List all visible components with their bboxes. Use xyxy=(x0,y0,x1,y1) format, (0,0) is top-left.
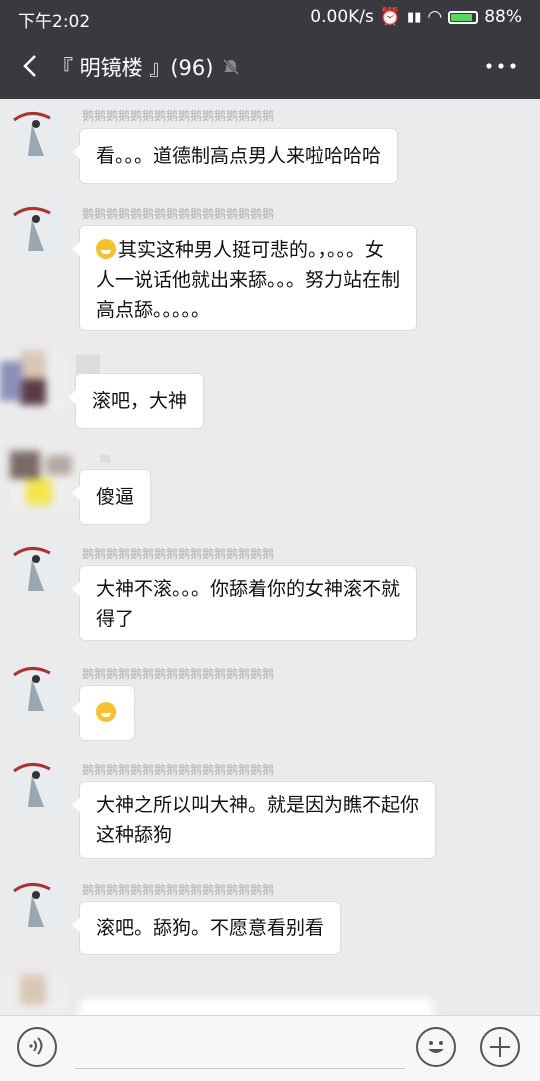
avatar[interactable] xyxy=(10,106,66,162)
chat-title-group: 『 明镜楼 』(96) xyxy=(52,52,241,82)
avatar[interactable] xyxy=(0,975,66,1015)
chat-header: 『 明镜楼 』(96) xyxy=(0,34,540,99)
message-text: 其实这种男人挺可悲的。，。。。女 xyxy=(118,239,385,261)
input-bar xyxy=(0,1015,540,1081)
message-bubble[interactable]: 大神不滚。。。你舔着你的女神滚不就 得了 xyxy=(71,565,418,641)
message-text: 傻逼 xyxy=(96,486,135,508)
wifi-icon: ◠ xyxy=(427,7,443,27)
sender-nickname: 鹅鹅鹅鹅鹅鹅鹅鹅鹅鹅鹅鹅鹅鹅鹅鹅 xyxy=(82,109,275,123)
avatar[interactable] xyxy=(10,201,66,257)
message-text: 大神不滚。。。你舔着你的女神滚不就 xyxy=(96,578,401,600)
message-bubble[interactable]: 滚吧，大神 xyxy=(67,373,205,429)
sender-nickname: 鹅鹅鹅鹅鹅鹅鹅鹅鹅鹅鹅鹅鹅鹅鹅鹅 xyxy=(82,883,275,897)
message-bubble[interactable]: 滚吧。舔狗。不愿意看别看 xyxy=(71,901,342,955)
message-text: 滚吧。舔狗。不愿意看别看 xyxy=(96,917,325,939)
blurred-nickname xyxy=(100,455,110,463)
message-bubble[interactable]: 傻逼 xyxy=(71,469,152,525)
avatar[interactable] xyxy=(10,451,76,507)
message-text: 高点舔。。。。。 xyxy=(96,299,211,321)
status-time: 下午2:02 xyxy=(18,12,91,32)
message-text: 得了 xyxy=(96,608,135,630)
avatar[interactable] xyxy=(10,757,66,813)
message-text: 滚吧，大神 xyxy=(92,390,188,412)
more-icon[interactable] xyxy=(484,54,518,78)
smiley-icon xyxy=(428,1041,444,1053)
blurred-nickname xyxy=(76,355,100,375)
plus-icon xyxy=(490,1037,510,1057)
emoji-button[interactable] xyxy=(416,1027,456,1067)
message-bubble[interactable]: 看。。。道德制高点男人来啦哈哈哈 xyxy=(71,128,399,184)
message-text: 这种舔狗 xyxy=(96,824,173,846)
message-input[interactable] xyxy=(75,1068,405,1069)
status-right-group: 0.00K/s ⏰ ▮▮ ◠ 88% xyxy=(310,7,522,27)
mute-bell-icon xyxy=(223,58,240,76)
message-bubble[interactable]: 其实这种男人挺可悲的。，。。。女 人一说话他就出来舔。。。努力站在制 高点舔。。… xyxy=(71,225,418,331)
grin-emoji-icon xyxy=(96,702,116,722)
avatar[interactable] xyxy=(10,541,66,597)
chat-title: 『 明镜楼 』(96) xyxy=(52,56,214,80)
message-bubble[interactable] xyxy=(72,685,135,741)
back-icon[interactable] xyxy=(16,50,48,82)
voice-icon xyxy=(29,1037,43,1055)
sender-nickname: 鹅鹅鹅鹅鹅鹅鹅鹅鹅鹅鹅鹅鹅鹅鹅鹅 xyxy=(82,547,275,561)
plus-button[interactable] xyxy=(480,1027,520,1067)
avatar[interactable] xyxy=(10,661,66,717)
network-speed: 0.00K/s xyxy=(310,7,374,27)
message-text: 人一说话他就出来舔。。。努力站在制 xyxy=(96,269,401,291)
voice-button[interactable] xyxy=(17,1027,57,1067)
sender-nickname: 鹅鹅鹅鹅鹅鹅鹅鹅鹅鹅鹅鹅鹅鹅鹅鹅 xyxy=(82,207,275,221)
alarm-icon: ⏰ xyxy=(379,7,402,27)
signal-icon: ▮▮ xyxy=(407,9,422,25)
message-bubble[interactable]: 大神之所以叫大神。就是因为瞧不起你 这种舔狗 xyxy=(71,781,437,859)
battery-percent: 88% xyxy=(484,7,522,27)
grin-emoji-icon xyxy=(96,239,116,259)
battery-icon xyxy=(448,10,479,24)
sender-nickname: 鹅鹅鹅鹅鹅鹅鹅鹅鹅鹅鹅鹅鹅鹅鹅鹅 xyxy=(82,763,275,777)
chat-area[interactable]: 鹅鹅鹅鹅鹅鹅鹅鹅鹅鹅鹅鹅鹅鹅鹅鹅 看。。。道德制高点男人来啦哈哈哈 鹅鹅鹅鹅鹅鹅… xyxy=(0,99,540,1015)
sender-nickname: 鹅鹅鹅鹅鹅鹅鹅鹅鹅鹅鹅鹅鹅鹅鹅鹅 xyxy=(82,667,275,681)
message-text: 看。。。道德制高点男人来啦哈哈哈 xyxy=(96,145,382,167)
avatar[interactable] xyxy=(0,351,66,411)
avatar[interactable] xyxy=(10,877,66,933)
message-text: 大神之所以叫大神。就是因为瞧不起你 xyxy=(96,794,420,816)
message-bubble[interactable] xyxy=(72,997,434,1015)
status-bar: 下午2:02 0.00K/s ⏰ ▮▮ ◠ 88% xyxy=(0,0,540,34)
